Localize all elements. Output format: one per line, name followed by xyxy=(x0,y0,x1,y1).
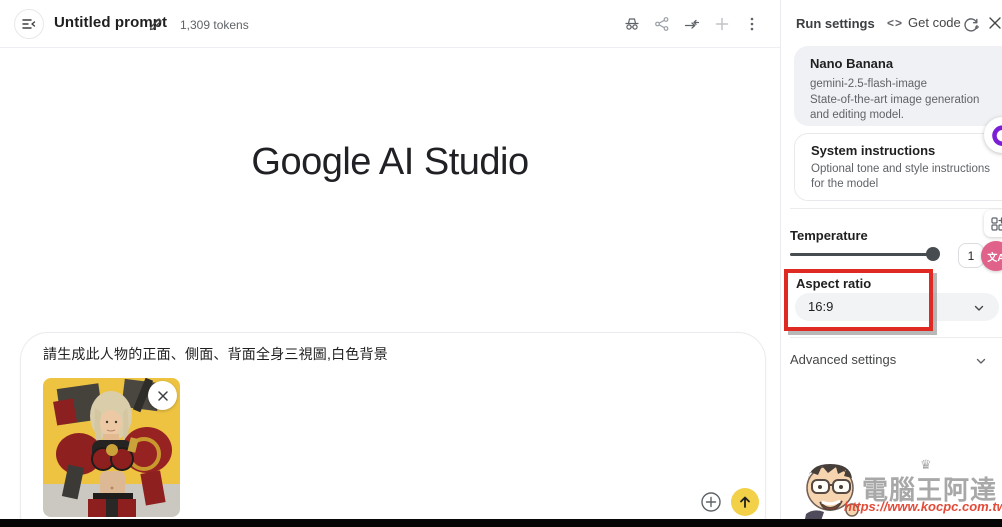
more-vert-icon[interactable] xyxy=(742,14,762,34)
divider xyxy=(790,337,1002,338)
close-panel-button[interactable] xyxy=(986,14,1002,32)
chevron-down-icon xyxy=(973,301,985,319)
code-icon: <> xyxy=(887,15,904,30)
plus-icon[interactable] xyxy=(712,14,732,34)
edit-pencil-icon[interactable] xyxy=(148,16,164,37)
model-selector-card[interactable]: Nano Banana gemini-2.5-flash-image State… xyxy=(794,46,1002,126)
chevron-down-icon xyxy=(975,354,987,372)
temperature-slider[interactable] xyxy=(790,246,940,262)
system-instructions-card[interactable]: System instructions Optional tone and st… xyxy=(794,133,1002,201)
google-ai-studio-app: Untitled prompt 1,309 tokens Google AI S… xyxy=(0,0,1002,527)
add-content-button[interactable] xyxy=(699,490,723,514)
slider-thumb[interactable] xyxy=(926,247,940,261)
purple-extension-icon xyxy=(992,125,1002,146)
remove-attachment-icon xyxy=(157,390,168,401)
collapse-sidebar-button[interactable] xyxy=(14,9,44,39)
divider xyxy=(790,208,1002,209)
close-icon xyxy=(989,17,1001,29)
google-ai-studio-logo: Google AI Studio xyxy=(251,141,529,183)
top-bar: Untitled prompt 1,309 tokens xyxy=(0,0,780,48)
aspect-ratio-select[interactable]: 16:9 xyxy=(795,293,999,321)
share-icon[interactable] xyxy=(652,14,672,34)
remove-attachment-button[interactable] xyxy=(148,381,177,410)
reset-icon xyxy=(964,18,980,32)
aspect-ratio-label: Aspect ratio xyxy=(796,276,872,291)
bottom-black-bar xyxy=(0,519,1002,527)
advanced-settings-toggle[interactable]: Advanced settings xyxy=(781,343,1002,373)
grid-extension-button[interactable] xyxy=(984,210,1002,237)
token-count: 1,309 tokens xyxy=(180,18,249,32)
get-code-label: Get code xyxy=(908,15,961,30)
grid-extension-icon xyxy=(991,216,1002,231)
system-instructions-title: System instructions xyxy=(811,143,936,158)
top-bar-actions xyxy=(622,14,762,34)
run-settings-panel: Run settings <> Get code Nano Banana gem… xyxy=(780,0,1002,519)
advanced-settings-label: Advanced settings xyxy=(790,352,897,367)
compare-icon[interactable] xyxy=(682,14,702,34)
prompt-card: 請生成此人物的正面、側面、背面全身三視圖,白色背景 xyxy=(20,332,766,527)
get-code-button[interactable]: <> Get code xyxy=(887,15,961,30)
run-button[interactable] xyxy=(731,488,759,516)
aspect-ratio-value: 16:9 xyxy=(808,299,834,314)
run-settings-title: Run settings xyxy=(796,16,875,31)
collapse-panel-icon xyxy=(22,19,36,29)
temperature-label: Temperature xyxy=(790,228,868,243)
model-name: Nano Banana xyxy=(810,56,894,71)
prompt-text[interactable]: 請生成此人物的正面、側面、背面全身三視圖,白色背景 xyxy=(43,344,388,364)
translate-extension-icon: 文A xyxy=(987,252,1002,264)
model-id: gemini-2.5-flash-image xyxy=(810,78,927,90)
reset-settings-button[interactable] xyxy=(961,14,981,34)
system-instructions-description: Optional tone and style instructions for… xyxy=(811,163,990,190)
model-description: State-of-the-art image generation and ed… xyxy=(810,94,980,121)
add-circle-icon xyxy=(701,492,721,512)
run-arrow-icon xyxy=(740,496,750,508)
slider-track xyxy=(790,253,932,256)
incognito-icon[interactable] xyxy=(622,14,642,34)
